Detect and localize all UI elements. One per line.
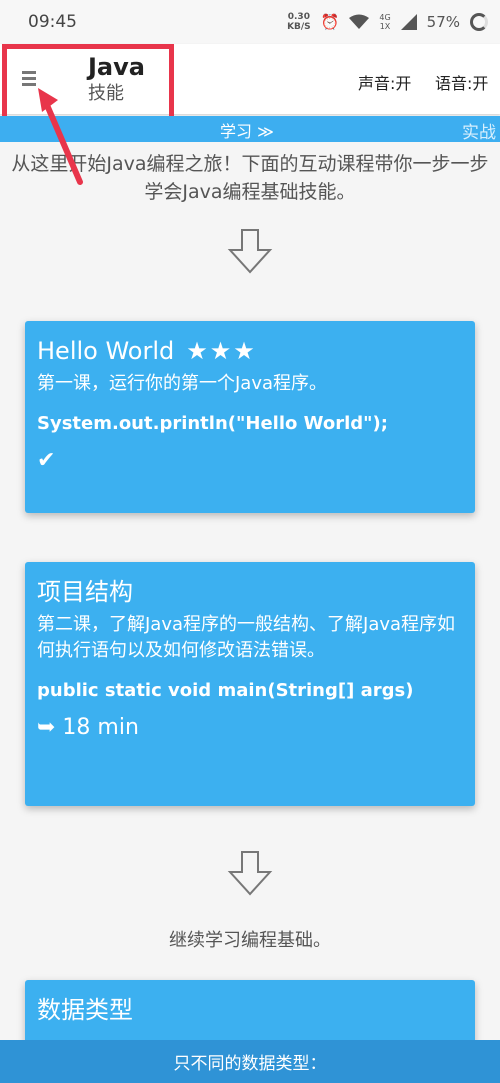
battery-percent: 57% — [426, 13, 460, 31]
tab-learn[interactable]: 学习 ≫ — [220, 118, 274, 142]
net-speed-indicator: 0.30 KB/S — [287, 12, 311, 32]
battery-icon — [470, 13, 488, 31]
lesson-title: 数据类型 — [37, 996, 133, 1024]
voice-toggle[interactable]: 语音:开 — [435, 70, 488, 94]
lesson-title-row: Hello World ★★★ — [37, 335, 463, 367]
lesson-title: 项目结构 — [37, 578, 133, 606]
net-speed-value: 0.30 — [287, 12, 310, 22]
down-arrow-icon — [227, 229, 273, 274]
completed-check-icon: ✔ — [37, 448, 56, 473]
status-bar: 09:45 0.30 KB/S ⏰ 4G 1X 57% — [0, 0, 500, 44]
signal-icon — [400, 14, 417, 30]
rating-stars-icon: ★★★ — [186, 337, 257, 365]
net-speed-unit: KB/S — [287, 22, 311, 32]
lesson-duration: ➥ 18 min — [37, 715, 139, 740]
lesson-description: 第二课，了解Java程序的一般结构、了解Java程序如何执行语句以及如何修改语法… — [37, 614, 456, 661]
status-icons: 0.30 KB/S ⏰ 4G 1X 57% — [287, 12, 488, 32]
continue-learning-text: 继续学习编程基础。 — [169, 930, 331, 951]
wifi-icon — [349, 14, 370, 29]
lesson-code-sample: System.out.println("Hello World"); — [37, 413, 388, 434]
status-time: 09:45 — [28, 12, 77, 32]
bottom-banner[interactable]: 只不同的数据类型： — [0, 1040, 500, 1083]
network-type-indicator: 4G 1X — [379, 13, 390, 31]
alarm-icon: ⏰ — [320, 13, 340, 31]
tab-practice[interactable]: 实战 — [462, 118, 496, 143]
sim-slot: 1X — [379, 22, 391, 31]
lesson-code-sample: public static void main(String[] args) — [37, 680, 414, 701]
lesson-description: 第一课，运行你的第一个Java程序。 — [37, 373, 328, 394]
annotation-arrow-icon — [38, 88, 83, 185]
lesson-title: Hello World — [37, 337, 175, 365]
lesson-card-project-structure[interactable]: 项目结构 第二课，了解Java程序的一般结构、了解Java程序如何执行语句以及如… — [25, 562, 475, 806]
down-arrow-icon — [227, 851, 273, 896]
lesson-card-hello-world[interactable]: Hello World ★★★ 第一课，运行你的第一个Java程序。 System… — [25, 321, 475, 513]
network-type: 4G — [379, 13, 391, 22]
sound-toggle[interactable]: 声音:开 — [358, 70, 411, 94]
